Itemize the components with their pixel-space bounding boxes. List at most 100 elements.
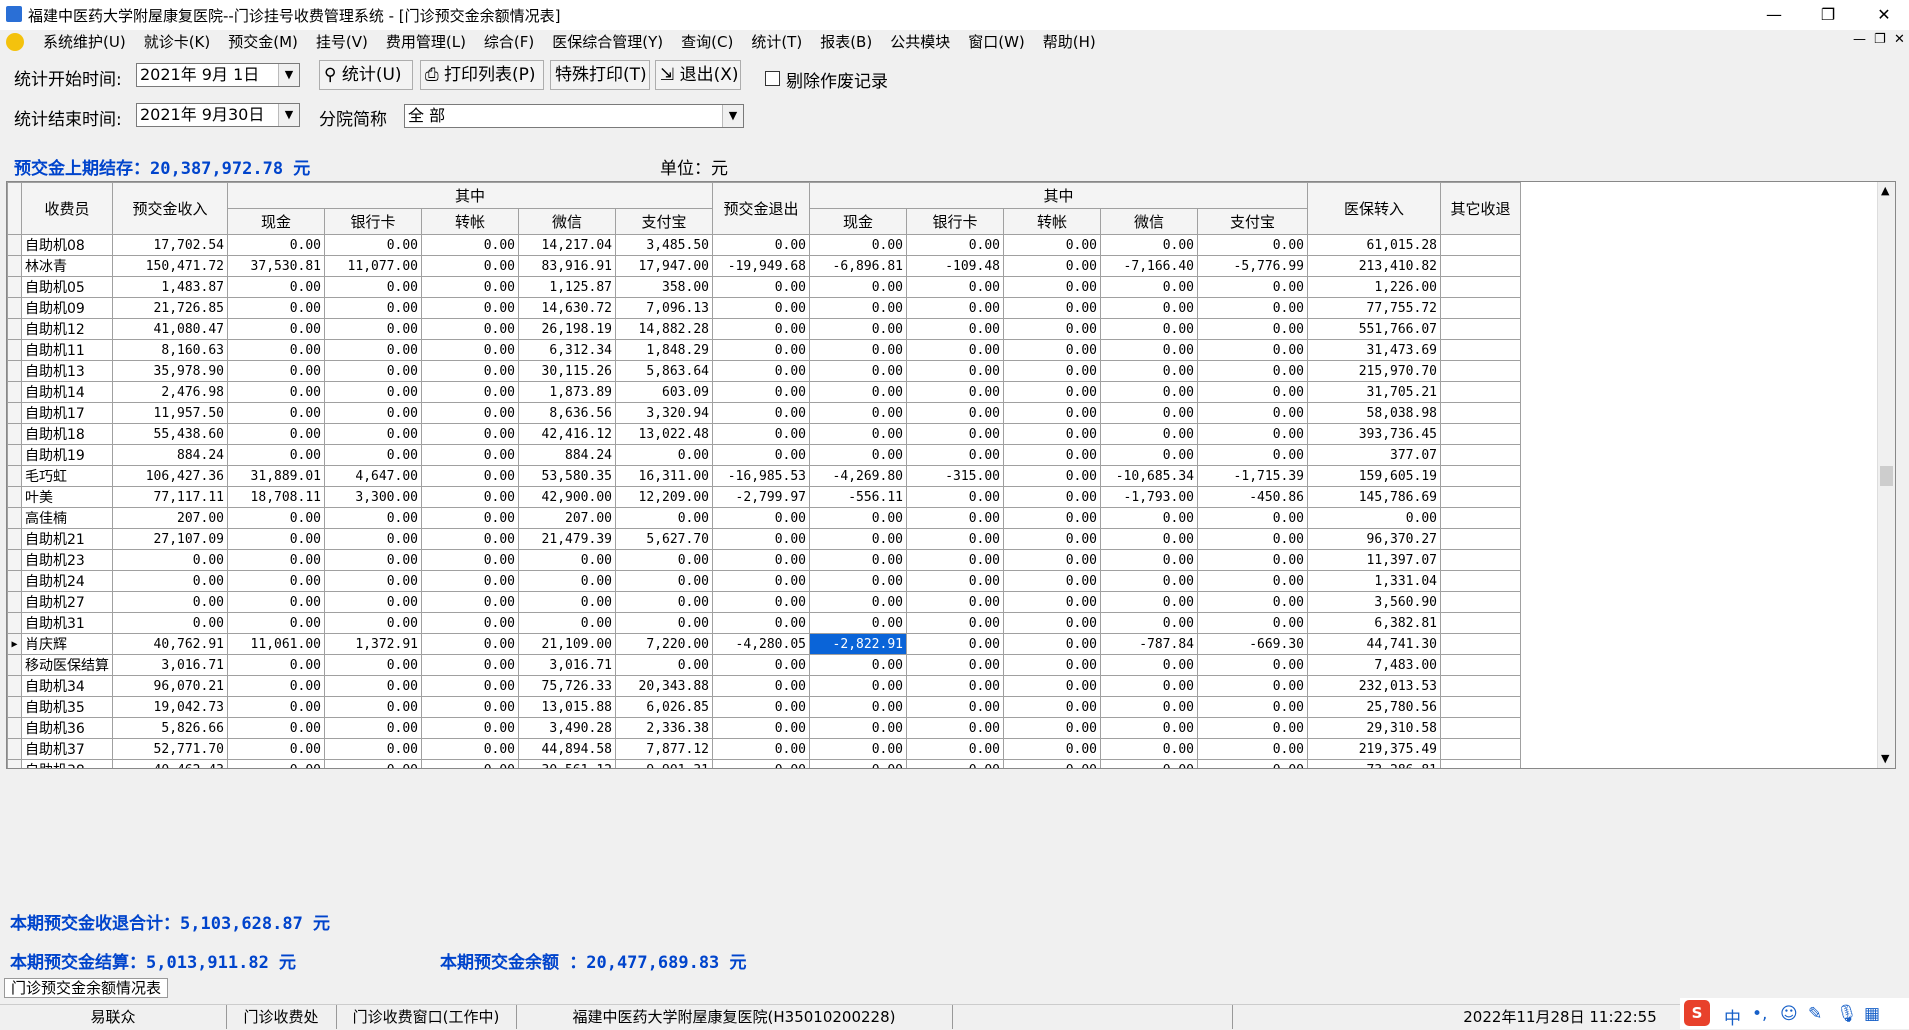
ime-punctuation-icon[interactable]: •,	[1752, 1004, 1767, 1024]
table-row[interactable]: 自助机27 0.00 0.00 0.00 0.00 0.00 0.00 0.00 0.00 0.0…	[7, 591, 1521, 613]
value-cell[interactable]: 26,198.19	[518, 318, 616, 340]
value-cell[interactable]: 3,560.90	[1307, 591, 1441, 613]
value-cell[interactable]: 3,320.94	[615, 402, 713, 424]
value-cell[interactable]: -669.30	[1197, 633, 1308, 655]
value-cell[interactable]: 0.00	[1100, 759, 1198, 768]
value-cell[interactable]: 75,726.33	[518, 675, 616, 697]
exclude-void-checkbox[interactable]	[765, 71, 780, 86]
value-cell[interactable]: 21,109.00	[518, 633, 616, 655]
value-cell[interactable]: 0.00	[1003, 465, 1101, 487]
value-cell[interactable]	[1440, 339, 1521, 361]
value-cell[interactable]: 42,416.12	[518, 423, 616, 445]
cashier-cell[interactable]: 自助机08	[21, 234, 113, 256]
value-cell[interactable]: 0.00	[1100, 696, 1198, 718]
value-cell[interactable]: 377.07	[1307, 444, 1441, 466]
value-cell[interactable]: 1,125.87	[518, 276, 616, 298]
value-cell[interactable]: 19,042.73	[112, 696, 228, 718]
value-cell[interactable]: 0.00	[712, 612, 810, 634]
ime-chinese-mode[interactable]: 中	[1724, 1004, 1741, 1029]
value-cell[interactable]: 0.00	[324, 570, 422, 592]
cashier-cell[interactable]: 高佳楠	[21, 507, 113, 529]
value-cell[interactable]: 21,726.85	[112, 297, 228, 319]
value-cell[interactable]: 29,310.58	[1307, 717, 1441, 739]
chevron-down-icon[interactable]: ▼	[278, 104, 299, 126]
value-cell[interactable]: 0.00	[809, 759, 907, 768]
value-cell[interactable]: 31,705.21	[1307, 381, 1441, 403]
table-row[interactable]: 自助机34 96,070.21 0.00 0.00 0.00 75,726.33 20,34…	[7, 675, 1521, 697]
table-row[interactable]: 自助机37 52,771.70 0.00 0.00 0.00 44,894.58 7,877…	[7, 738, 1521, 760]
value-cell[interactable]: 603.09	[615, 381, 713, 403]
value-cell[interactable]: 0.00	[906, 759, 1004, 768]
value-cell[interactable]: 0.00	[1197, 654, 1308, 676]
value-cell[interactable]: 0.00	[906, 633, 1004, 655]
value-cell[interactable]: 0.00	[809, 591, 907, 613]
value-cell[interactable]: 0.00	[1197, 297, 1308, 319]
value-cell[interactable]	[1440, 717, 1521, 739]
col-other[interactable]: 其它收退	[1440, 182, 1521, 235]
value-cell[interactable]: -19,949.68	[712, 255, 810, 277]
value-cell[interactable]: 0.00	[809, 360, 907, 382]
col-out-bankcard[interactable]: 银行卡	[906, 208, 1004, 235]
cashier-cell[interactable]: 林冰青	[21, 255, 113, 277]
value-cell[interactable]: -556.11	[809, 486, 907, 508]
value-cell[interactable]: 0.00	[906, 696, 1004, 718]
value-cell[interactable]: 0.00	[1197, 444, 1308, 466]
value-cell[interactable]: 0.00	[227, 759, 325, 768]
value-cell[interactable]: 0.00	[227, 570, 325, 592]
value-cell[interactable]: 551,766.07	[1307, 318, 1441, 340]
value-cell[interactable]: 0.00	[227, 339, 325, 361]
col-out-cash[interactable]: 现金	[809, 208, 907, 235]
col-deposit-out[interactable]: 预交金退出	[712, 182, 810, 235]
value-cell[interactable]: 0.00	[324, 318, 422, 340]
value-cell[interactable]: 0.00	[1003, 444, 1101, 466]
value-cell[interactable]	[1440, 276, 1521, 298]
value-cell[interactable]: 0.00	[712, 234, 810, 256]
value-cell[interactable]: 0.00	[1197, 549, 1308, 571]
value-cell[interactable]: 11,957.50	[112, 402, 228, 424]
value-cell[interactable]: 0.00	[906, 381, 1004, 403]
value-cell[interactable]: 0.00	[324, 654, 422, 676]
value-cell[interactable]: 0.00	[227, 276, 325, 298]
value-cell[interactable]: 0.00	[421, 738, 519, 760]
table-row[interactable]: 自助机19 884.24 0.00 0.00 0.00 884.24 0.00 0.00 0.0…	[7, 444, 1521, 466]
table-row[interactable]: 叶美 77,117.11 18,708.11 3,300.00 0.00 42,900.0…	[7, 486, 1521, 508]
value-cell[interactable]: 20,343.88	[615, 675, 713, 697]
row-header[interactable]	[7, 465, 22, 487]
value-cell[interactable]	[1440, 318, 1521, 340]
menu-item[interactable]: 挂号(V)	[307, 32, 377, 52]
value-cell[interactable]: 358.00	[615, 276, 713, 298]
table-row[interactable]: 自助机05 1,483.87 0.00 0.00 0.00 1,125.87 358.00 0…	[7, 276, 1521, 298]
ime-emoji-icon[interactable]: ☺	[1780, 1004, 1798, 1024]
value-cell[interactable]: 0.00	[809, 276, 907, 298]
value-cell[interactable]: 0.00	[906, 738, 1004, 760]
value-cell[interactable]: 0.00	[421, 759, 519, 768]
value-cell[interactable]: 11,397.07	[1307, 549, 1441, 571]
row-header[interactable]	[7, 696, 22, 718]
mdi-minimize-button[interactable]: —	[1853, 32, 1866, 47]
value-cell[interactable]: 0.00	[809, 738, 907, 760]
value-cell[interactable]: 21,479.39	[518, 528, 616, 550]
value-cell[interactable]: 1,873.89	[518, 381, 616, 403]
value-cell[interactable]: 0.00	[1100, 297, 1198, 319]
cashier-cell[interactable]: 自助机14	[21, 381, 113, 403]
value-cell[interactable]	[1440, 381, 1521, 403]
table-row[interactable]: 自助机13 35,978.90 0.00 0.00 0.00 30,115.26 5,863…	[7, 360, 1521, 382]
tab-deposit-balance-report[interactable]: 门诊预交金余额情况表	[4, 978, 169, 998]
value-cell[interactable]: 0.00	[324, 297, 422, 319]
value-cell[interactable]: 0.00	[1197, 717, 1308, 739]
value-cell[interactable]: 41,080.47	[112, 318, 228, 340]
table-row[interactable]: 林冰青 150,471.72 37,530.81 11,077.00 0.00 83,91…	[7, 255, 1521, 277]
menu-item[interactable]: 查询(C)	[672, 32, 742, 52]
cashier-cell[interactable]: 肖庆辉	[21, 633, 113, 655]
value-cell[interactable]: 0.00	[615, 570, 713, 592]
cashier-cell[interactable]: 自助机11	[21, 339, 113, 361]
value-cell[interactable]: 0.00	[906, 444, 1004, 466]
menu-item[interactable]: 帮助(H)	[1034, 32, 1105, 52]
value-cell[interactable]: 17,702.54	[112, 234, 228, 256]
value-cell[interactable]: 0.00	[324, 591, 422, 613]
cashier-cell[interactable]: 自助机23	[21, 549, 113, 571]
value-cell[interactable]: 0.00	[227, 381, 325, 403]
value-cell[interactable]: 11,061.00	[227, 633, 325, 655]
row-header[interactable]	[7, 297, 22, 319]
value-cell[interactable]: 0.00	[421, 486, 519, 508]
